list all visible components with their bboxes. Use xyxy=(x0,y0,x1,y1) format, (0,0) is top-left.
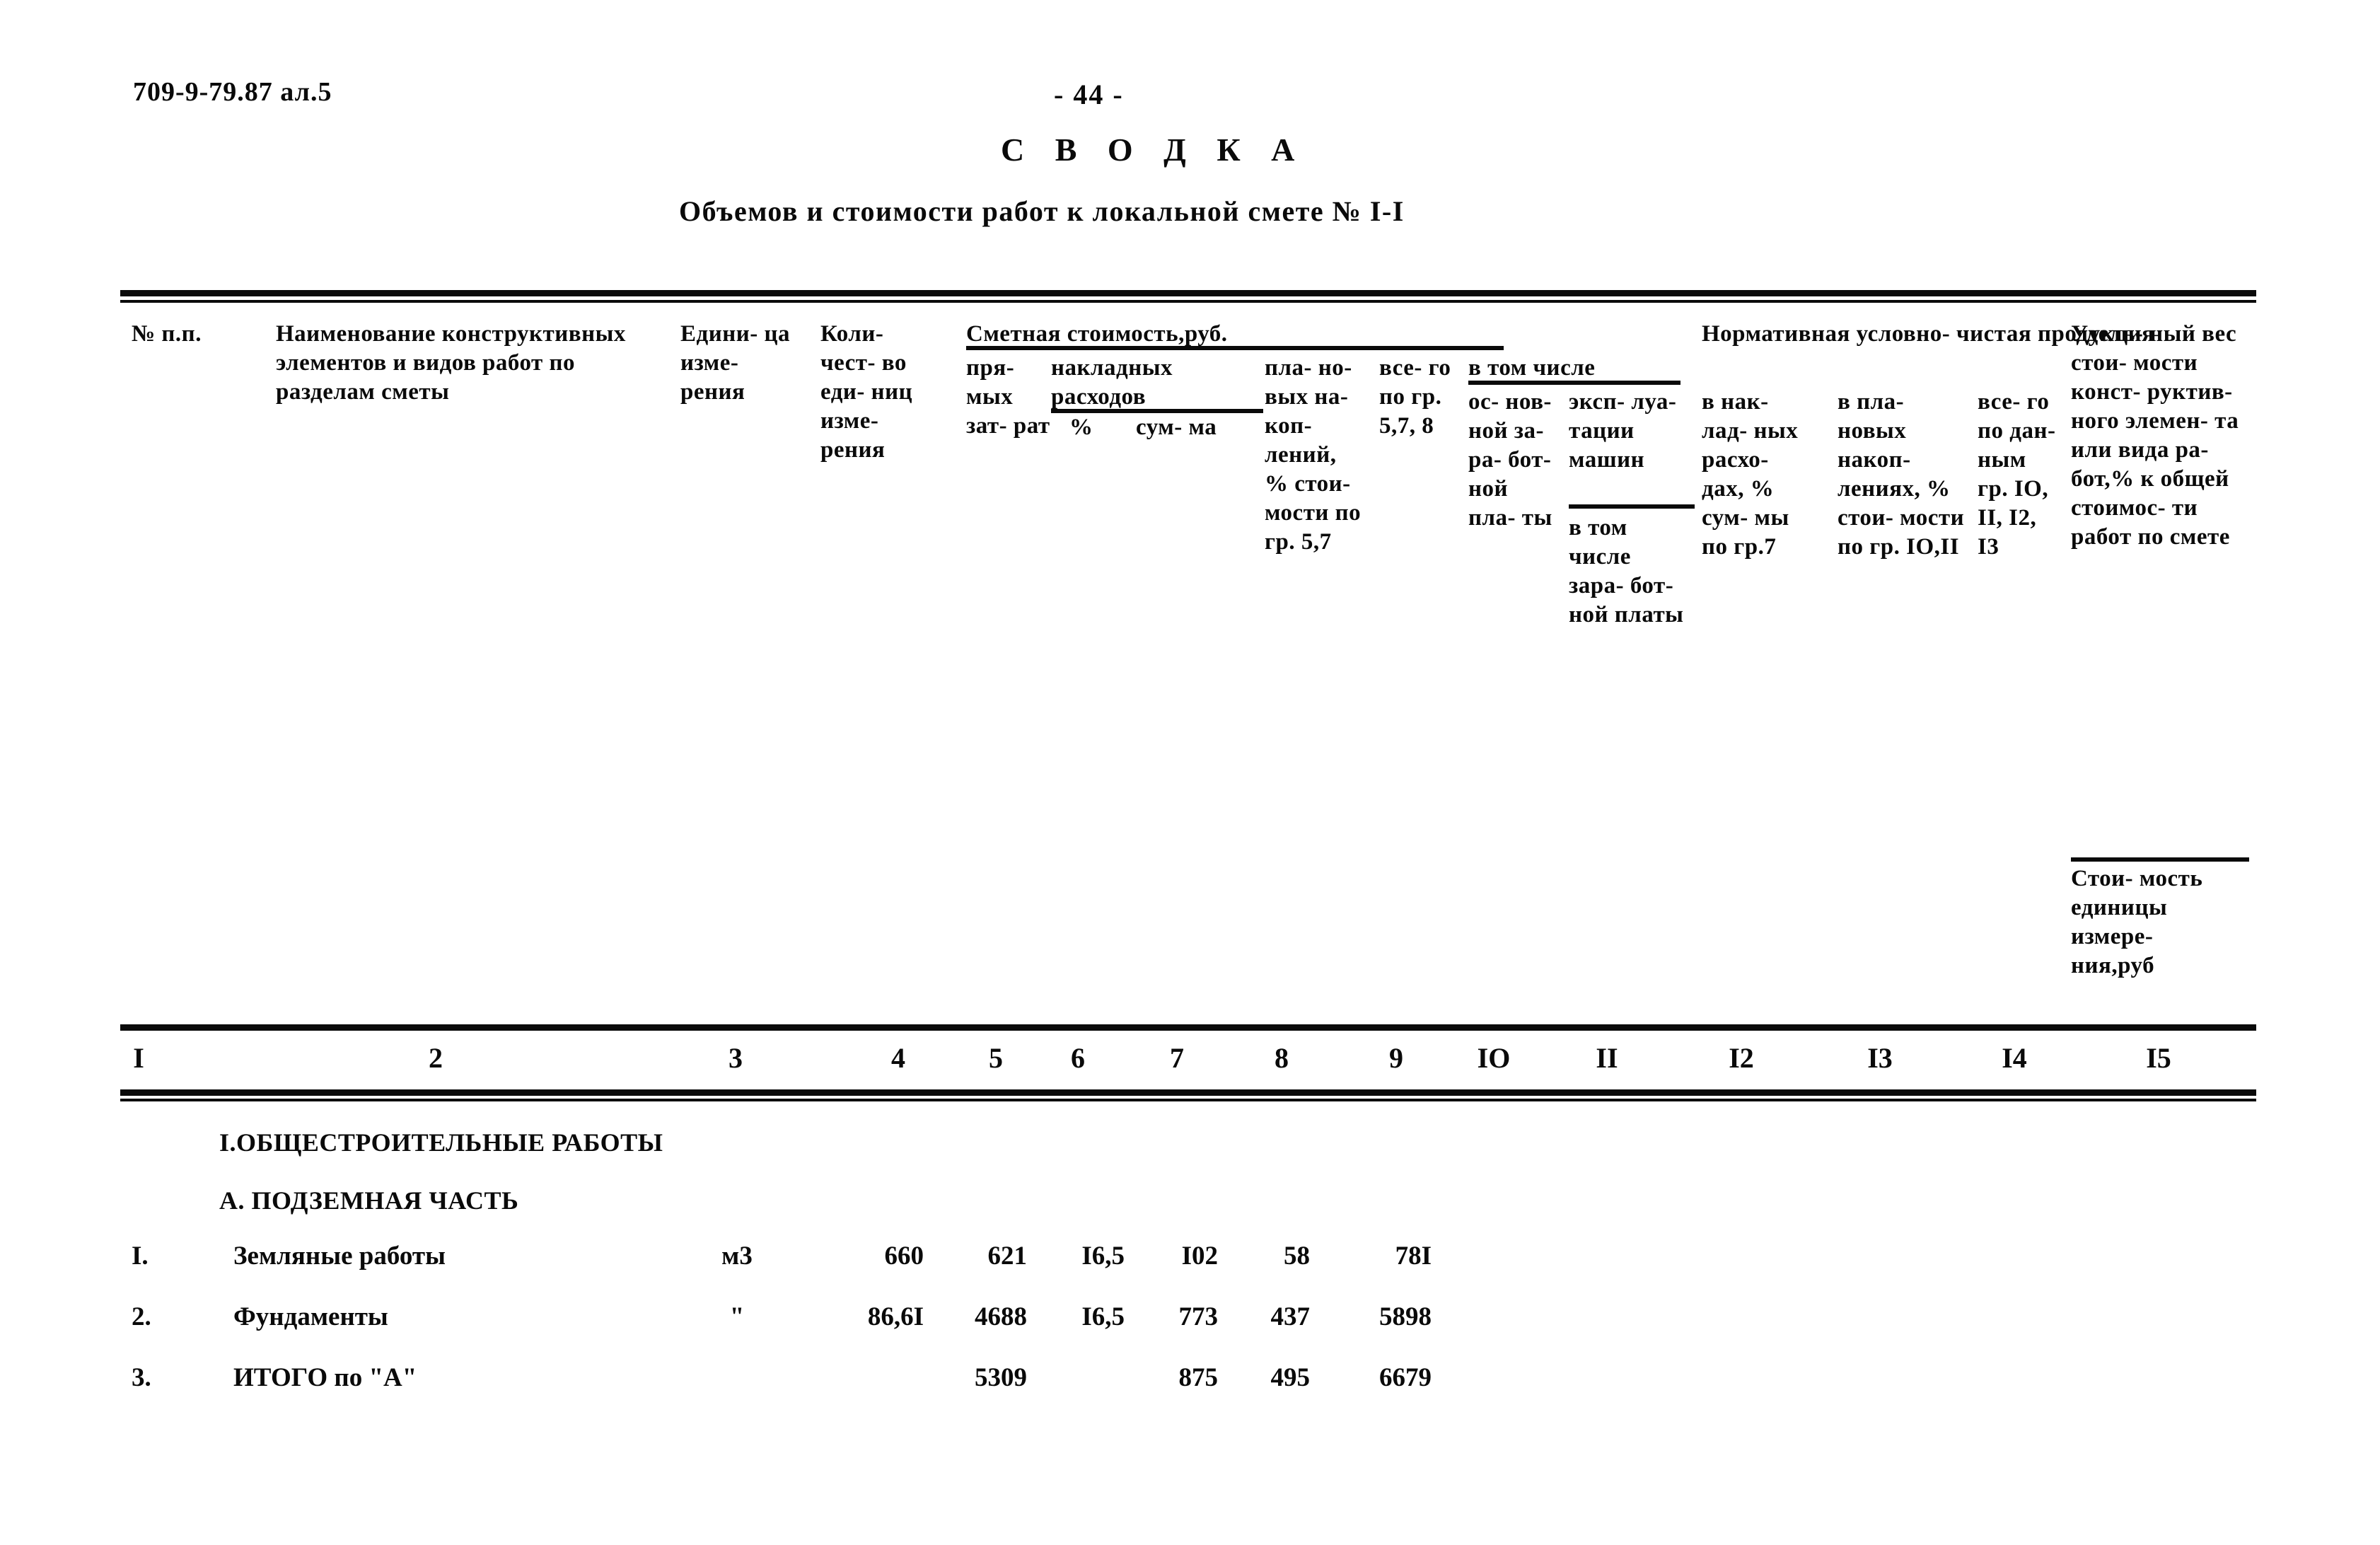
header-col-11-machines-rule xyxy=(1569,504,1695,509)
row-col-7: I02 xyxy=(1181,1242,1218,1271)
header-col-8: пла- но- вых на- коп- лений, % стои- мос… xyxy=(1265,355,1362,555)
column-index-3: 3 xyxy=(728,1042,743,1074)
header-col-14: все- го по дан- ным гр. IO, II, I2, I3 xyxy=(1978,389,2056,560)
header-group-overheads: накладных расходов xyxy=(1051,355,1173,410)
header-col-3: Едини- ца изме- рения xyxy=(680,321,790,405)
header-col-11-machines: эксп- луа- тации машин xyxy=(1569,389,1677,473)
row-index: 3. xyxy=(132,1363,151,1392)
header-group-estimated-cost: Сметная стоимость,руб. xyxy=(966,321,1228,347)
row-unit-ditto: " xyxy=(729,1302,745,1331)
document-title: С В О Д К А xyxy=(1001,132,1306,168)
header-col-4: Коли- чест- во еди- ниц изме- рения xyxy=(820,321,913,463)
row-col-5: 5309 xyxy=(975,1363,1027,1392)
column-index-bottom-rule-second xyxy=(120,1099,2256,1101)
column-index-11: II xyxy=(1596,1042,1618,1074)
row-name: ИТОГО по "А" xyxy=(233,1363,417,1392)
column-index-4: 4 xyxy=(891,1042,905,1074)
column-index-7: 7 xyxy=(1170,1042,1184,1074)
table-row[interactable]: 2. Фундаменты " 86,6I 4688 I6,5 773 437 … xyxy=(0,1302,2380,1348)
column-index-1: I xyxy=(133,1042,144,1074)
document-subtitle: Объемов и стоимости работ к локальной см… xyxy=(679,195,1405,227)
row-col-6: I6,5 xyxy=(1081,1242,1125,1271)
column-index-top-rule xyxy=(120,1024,2256,1031)
row-col-9: 5898 xyxy=(1379,1302,1432,1331)
row-col-7: 773 xyxy=(1178,1302,1219,1331)
row-col-9: 6679 xyxy=(1379,1363,1432,1392)
row-name: Земляные работы xyxy=(233,1242,446,1271)
row-name: Фундаменты xyxy=(233,1302,388,1331)
column-index-2: 2 xyxy=(429,1042,443,1074)
row-col-8: 58 xyxy=(1284,1242,1310,1271)
row-col-8: 437 xyxy=(1270,1302,1311,1331)
row-index: I. xyxy=(132,1242,149,1271)
header-col-15-specific-weight: Удель- ный вес стои- мости конст- руктив… xyxy=(2071,321,2239,550)
column-index-13: I3 xyxy=(1867,1042,1893,1074)
page-number: - 44 - xyxy=(1054,79,1124,110)
header-col-9: все- го по гр. 5,7, 8 xyxy=(1379,355,1451,439)
column-index-8: 8 xyxy=(1275,1042,1289,1074)
header-col-1: № п.п. xyxy=(132,321,202,347)
column-index-10: IO xyxy=(1477,1042,1511,1074)
header-col-10: ос- нов- ной за- ра- бот- ной пла- ты xyxy=(1468,389,1552,531)
header-col-7: сум- ма xyxy=(1136,415,1217,440)
table-row[interactable]: I. Земляные работы м3 660 621 I6,5 I02 5… xyxy=(0,1241,2380,1288)
section-heading-general-construction: I.ОБЩЕСТРОИТЕЛЬНЫЕ РАБОТЫ xyxy=(219,1128,663,1157)
row-col-9: 78I xyxy=(1395,1242,1432,1271)
header-col-5: пря- мых зат- рат xyxy=(966,355,1050,439)
column-index-12: I2 xyxy=(1729,1042,1754,1074)
row-col-4: 660 xyxy=(884,1242,924,1271)
column-index-9: 9 xyxy=(1389,1042,1403,1074)
row-col-5: 621 xyxy=(987,1242,1028,1271)
header-col-12: в нак- лад- ных расхо- дах, % сум- мы по… xyxy=(1702,389,1799,560)
header-col-15-divider-rule xyxy=(2071,857,2249,862)
header-group-including: в том числе xyxy=(1468,355,1596,381)
column-index-14: I4 xyxy=(2002,1042,2027,1074)
header-col-6: % xyxy=(1069,415,1093,440)
row-col-5: 4688 xyxy=(975,1302,1027,1331)
header-group-estimated-cost-rule xyxy=(966,346,1504,350)
document-code: 709-9-79.87 ал.5 xyxy=(133,77,332,107)
header-col-11-including-wages: в том числе зара- бот- ной платы xyxy=(1569,515,1684,627)
header-col-13: в пла- новых накоп- лениях, % стои- мост… xyxy=(1838,389,1965,560)
table-top-rule xyxy=(120,290,2256,296)
column-index-5: 5 xyxy=(989,1042,1003,1074)
row-col-8: 495 xyxy=(1270,1363,1311,1392)
table-top-rule-second xyxy=(120,300,2256,303)
column-index-bottom-rule xyxy=(120,1089,2256,1096)
row-index: 2. xyxy=(132,1302,151,1331)
row-col-4: 86,6I xyxy=(867,1302,924,1331)
row-unit: м3 xyxy=(721,1242,753,1271)
row-col-6: I6,5 xyxy=(1081,1302,1125,1331)
column-index-15: I5 xyxy=(2146,1042,2171,1074)
header-col-15-unit-cost: Стои- мость единицы измере- ния,руб xyxy=(2071,866,2203,978)
header-col-2: Наименование конструктивных элементов и … xyxy=(276,321,626,405)
row-col-7: 875 xyxy=(1178,1363,1219,1392)
header-group-including-rule xyxy=(1468,381,1680,385)
table-row-total[interactable]: 3. ИТОГО по "А" 5309 875 495 6679 xyxy=(0,1362,2380,1409)
column-index-6: 6 xyxy=(1071,1042,1085,1074)
section-heading-underground-part: А. ПОДЗЕМНАЯ ЧАСТЬ xyxy=(219,1186,519,1215)
